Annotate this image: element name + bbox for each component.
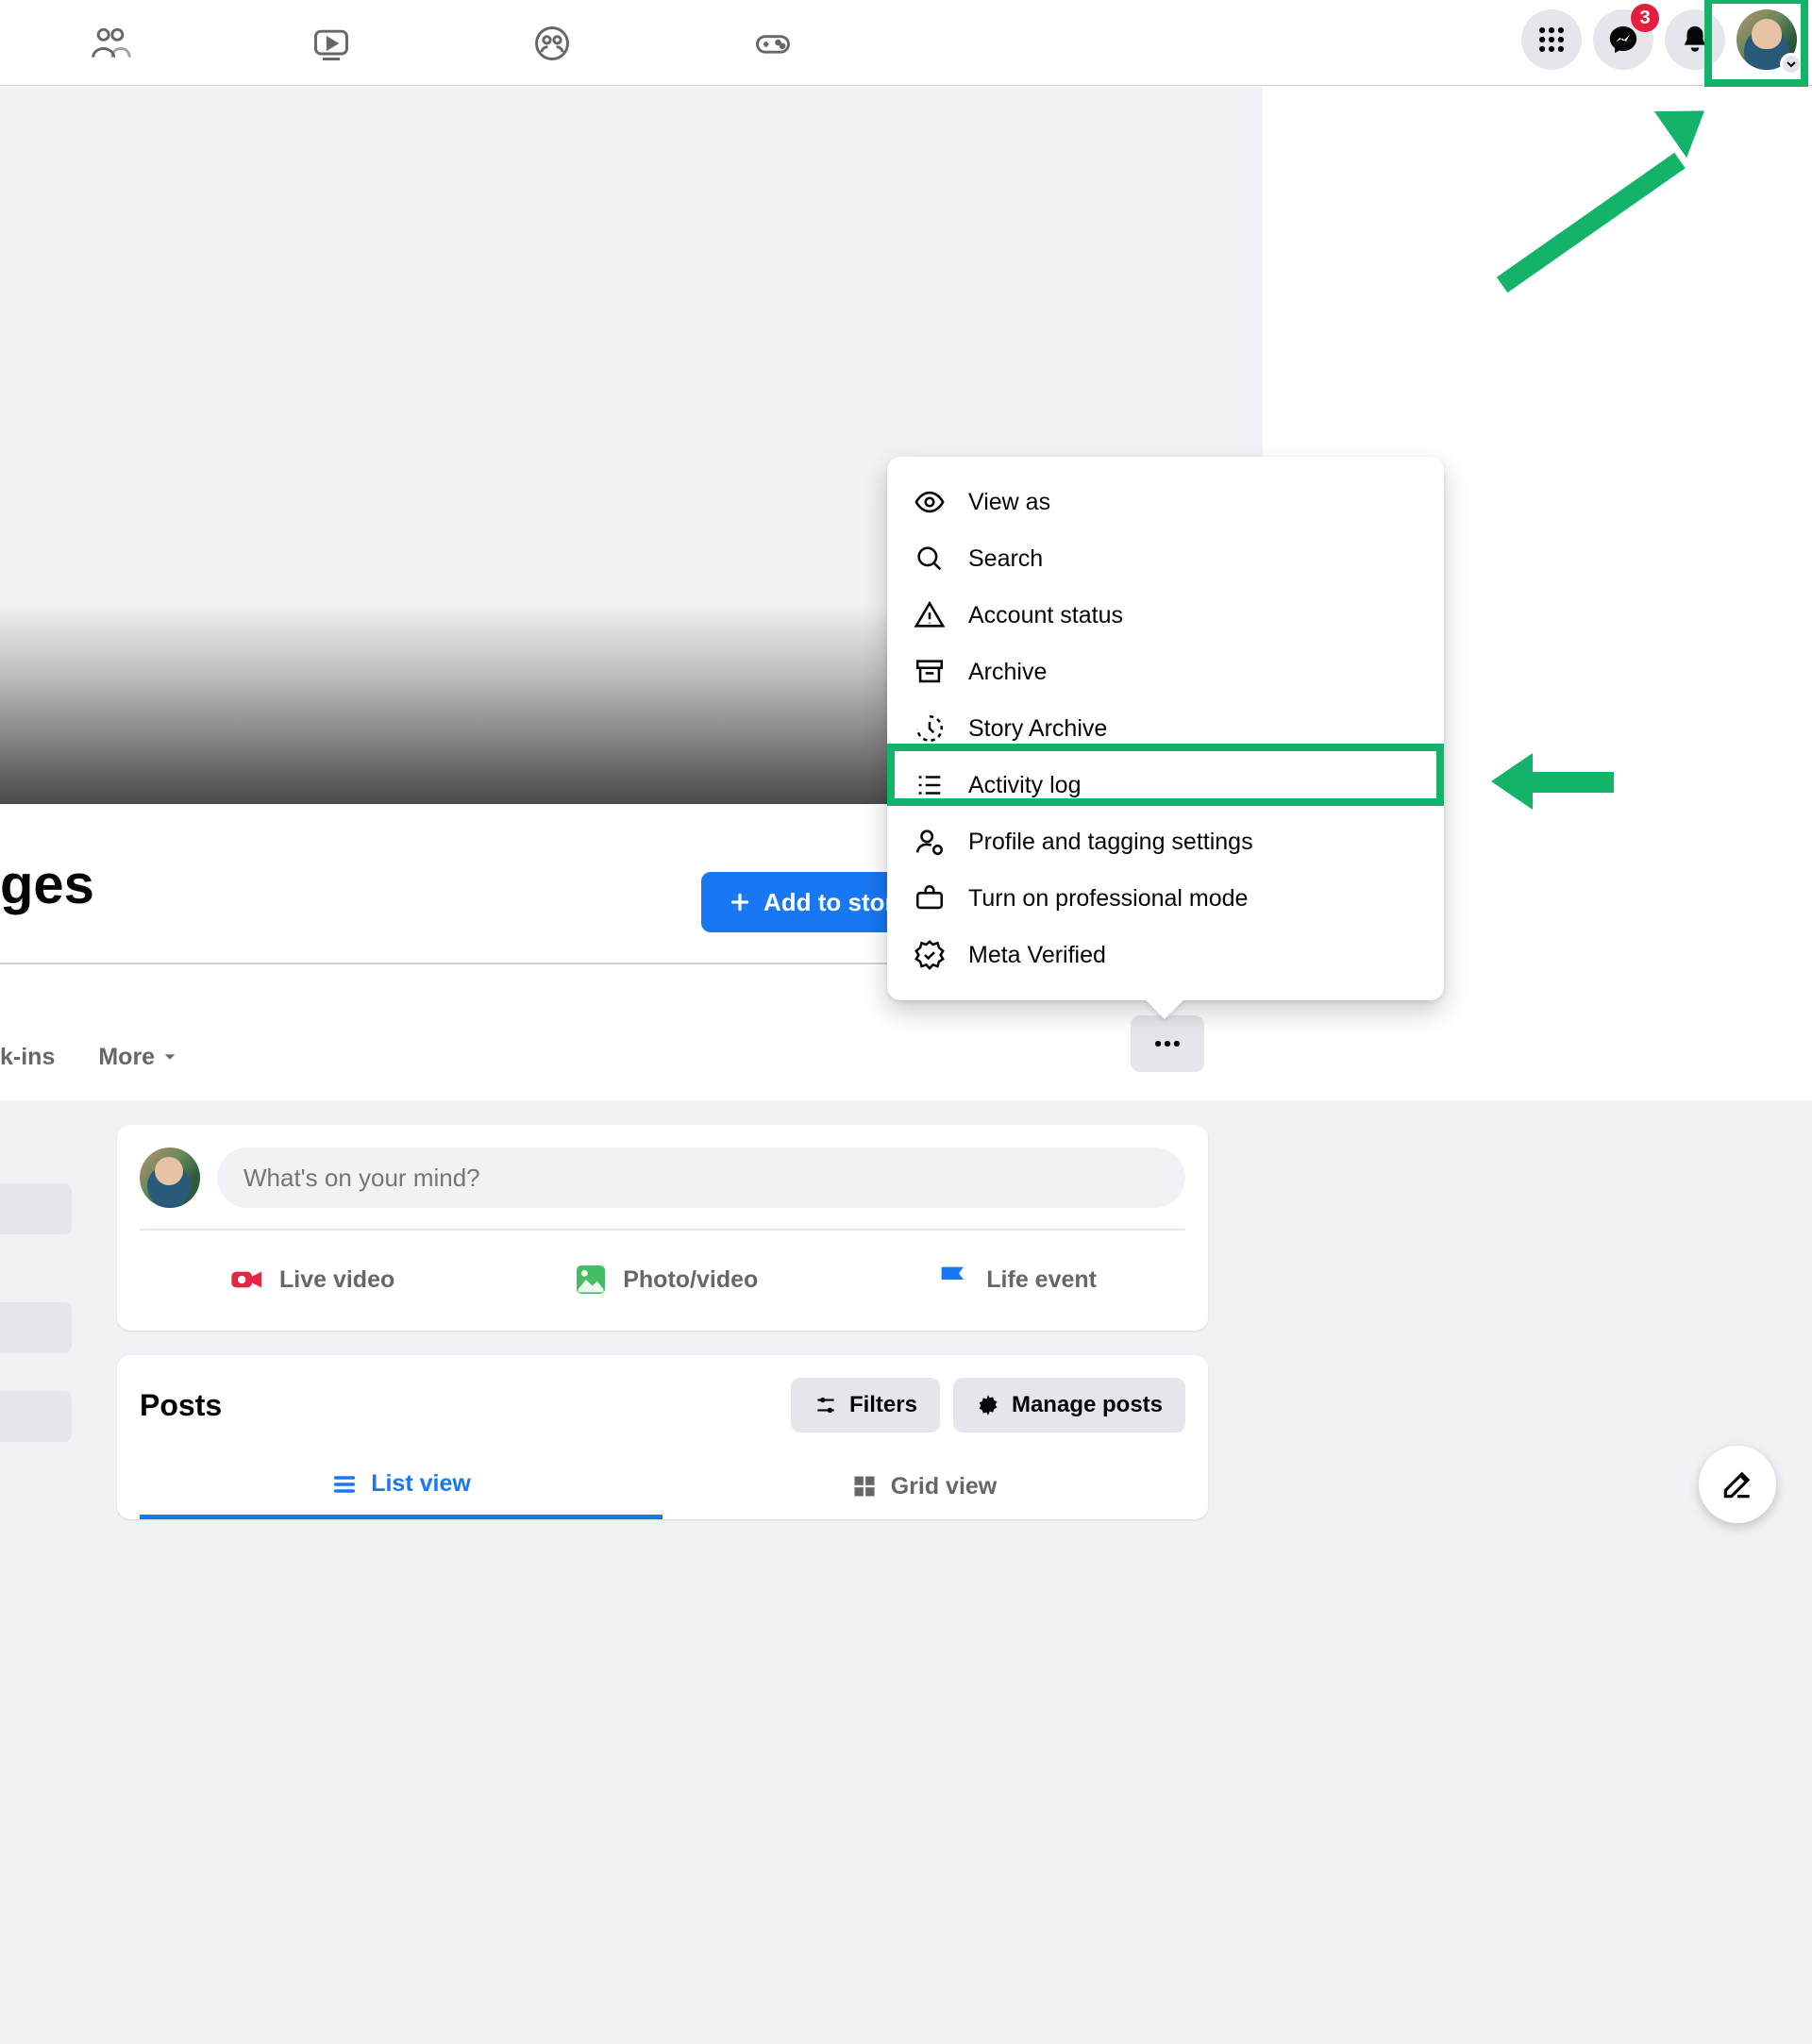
live-video-button[interactable]: Live video xyxy=(210,1251,413,1308)
sidebar-stub-3[interactable] xyxy=(0,1391,72,1442)
dropdown-view-as[interactable]: View as xyxy=(887,474,1444,530)
filters-button[interactable]: Filters xyxy=(791,1378,940,1432)
tab-checkins-fragment[interactable]: k-ins xyxy=(0,1044,55,1071)
nav-center-tabs xyxy=(0,13,883,74)
friends-tab[interactable] xyxy=(0,13,221,74)
gear-icon xyxy=(976,1393,1000,1417)
top-nav: 3 xyxy=(0,0,1812,86)
compose-fab[interactable] xyxy=(1699,1446,1776,1523)
composer-card: Live video Photo/video Life event xyxy=(117,1125,1208,1331)
sidebar-stub-2[interactable] xyxy=(0,1302,72,1353)
dropdown-professional-mode[interactable]: Turn on professional mode xyxy=(887,870,1444,927)
grid-view-icon xyxy=(851,1473,878,1499)
edit-icon xyxy=(1720,1466,1755,1502)
dropdown-search[interactable]: Search xyxy=(887,530,1444,587)
composer-input[interactable] xyxy=(217,1148,1185,1208)
life-event-icon xyxy=(935,1261,973,1298)
messenger-badge: 3 xyxy=(1631,4,1659,32)
posts-title: Posts xyxy=(140,1388,222,1423)
composer-avatar-icon[interactable] xyxy=(140,1148,200,1208)
dropdown-archive[interactable]: Archive xyxy=(887,644,1444,700)
menu-grid-button[interactable] xyxy=(1521,9,1582,70)
life-event-button[interactable]: Life event xyxy=(916,1251,1116,1308)
annotation-activity-log-highlight xyxy=(887,744,1444,806)
live-video-icon xyxy=(228,1261,266,1298)
groups-tab[interactable] xyxy=(442,13,663,74)
photo-video-button[interactable]: Photo/video xyxy=(553,1251,777,1308)
dropdown-account-status[interactable]: Account status xyxy=(887,587,1444,644)
list-view-tab[interactable]: List view xyxy=(140,1453,663,1519)
manage-posts-button[interactable]: Manage posts xyxy=(953,1378,1185,1432)
profile-name-fragment: ges xyxy=(0,853,94,916)
sidebar-stub-1[interactable] xyxy=(0,1183,72,1234)
profile-actions-dropdown: View as Search Account status Archive St… xyxy=(887,457,1444,1000)
watch-tab[interactable] xyxy=(221,13,442,74)
composer-divider xyxy=(140,1229,1185,1231)
annotation-account-highlight xyxy=(1704,0,1808,87)
photo-video-icon xyxy=(572,1261,610,1298)
list-view-icon xyxy=(331,1471,358,1498)
profile-more-actions-button[interactable] xyxy=(1131,1015,1204,1072)
grid-view-tab[interactable]: Grid view xyxy=(663,1453,1185,1519)
messenger-button[interactable]: 3 xyxy=(1593,9,1653,70)
posts-card: Posts Filters Manage posts List view Gri… xyxy=(117,1355,1208,1519)
dropdown-meta-verified[interactable]: Meta Verified xyxy=(887,927,1444,983)
filters-icon xyxy=(814,1393,838,1417)
dropdown-tail xyxy=(1146,981,1183,1019)
tab-more[interactable]: More xyxy=(98,1044,177,1071)
gaming-tab[interactable] xyxy=(663,13,883,74)
dropdown-profile-tagging-settings[interactable]: Profile and tagging settings xyxy=(887,813,1444,870)
profile-tabs: k-ins More xyxy=(0,1027,177,1087)
